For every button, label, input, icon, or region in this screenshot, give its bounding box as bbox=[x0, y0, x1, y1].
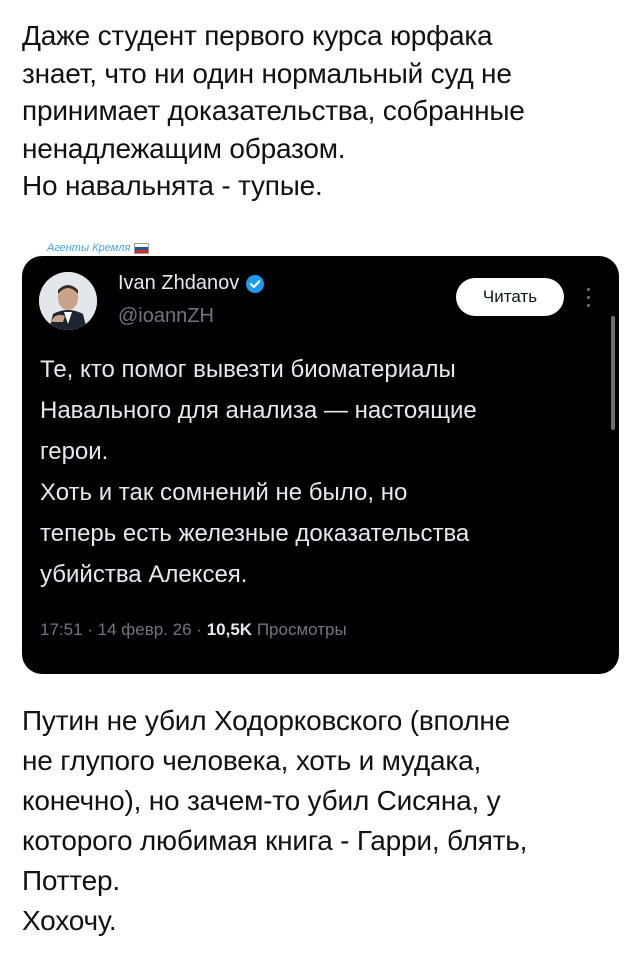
avatar[interactable] bbox=[39, 272, 97, 330]
post-line: ненадлежащим образом. bbox=[22, 132, 346, 164]
post-line: Но навальнята - тупые. bbox=[22, 170, 323, 201]
tweet-line: Навального для анализа — настоящие bbox=[40, 397, 477, 424]
post-line: знает, что ни один нормальный суд не bbox=[22, 57, 512, 89]
author-handle[interactable]: @ioannZH bbox=[118, 305, 214, 328]
tweet-meta: 17:51 · 14 февр. 26 · 10,5K Просмотры bbox=[40, 620, 347, 640]
quoted-tweet-card[interactable]: Ivan Zhdanov @ioannZH Читать Те, кто пом… bbox=[22, 256, 619, 674]
tweet-line: Те, кто помог вывезти биоматериалы bbox=[40, 356, 456, 383]
tweet-line: теперь есть железные доказательства bbox=[40, 520, 470, 547]
post-line: которого любимая книга - Гарри, блять, bbox=[22, 825, 528, 856]
more-options-icon[interactable] bbox=[581, 280, 595, 314]
post-line: Даже студент первого курса юрфака bbox=[22, 20, 493, 51]
tweet-line: Хоть и так сомнений не было, но bbox=[40, 479, 408, 506]
separator: · bbox=[196, 620, 207, 639]
watermark-text: Агенты Кремля bbox=[47, 242, 131, 254]
tweet-line: убийства Алексея. bbox=[40, 561, 248, 588]
views-label: Просмотры bbox=[256, 620, 347, 639]
verified-badge-icon bbox=[245, 274, 265, 294]
post-line: не глупого человека, хоть и мудака, bbox=[22, 745, 482, 776]
post-line: конечно), но зачем-то убил Сисяна, у bbox=[22, 785, 501, 816]
separator: · bbox=[87, 620, 98, 639]
post-line: Поттер. bbox=[22, 865, 120, 896]
tweet-body: Те, кто помог вывезти биоматериалы Навал… bbox=[40, 349, 600, 595]
scrollbar[interactable] bbox=[611, 316, 615, 430]
russian-flag-icon bbox=[134, 242, 150, 254]
post-text-top: Даже студент первого курса юрфака знает,… bbox=[22, 17, 627, 205]
author-name[interactable]: Ivan Zhdanov bbox=[118, 272, 239, 295]
post-text-bottom: Путин не убил Ходорковского (вполне не г… bbox=[22, 701, 627, 941]
follow-button[interactable]: Читать bbox=[456, 278, 564, 316]
tweet-time[interactable]: 17:51 bbox=[40, 620, 83, 639]
post-line: Путин не убил Ходорковского (вполне bbox=[22, 705, 511, 736]
post-line: принимает доказательства, собранные bbox=[22, 95, 525, 126]
tweet-line: герои. bbox=[40, 438, 109, 465]
views-count: 10,5K bbox=[206, 620, 253, 639]
post-line: Хохочу. bbox=[22, 905, 117, 936]
channel-watermark: Агенты Кремля bbox=[47, 242, 150, 254]
tweet-date[interactable]: 14 февр. 26 bbox=[98, 620, 192, 639]
avatar-photo-icon bbox=[39, 272, 97, 330]
